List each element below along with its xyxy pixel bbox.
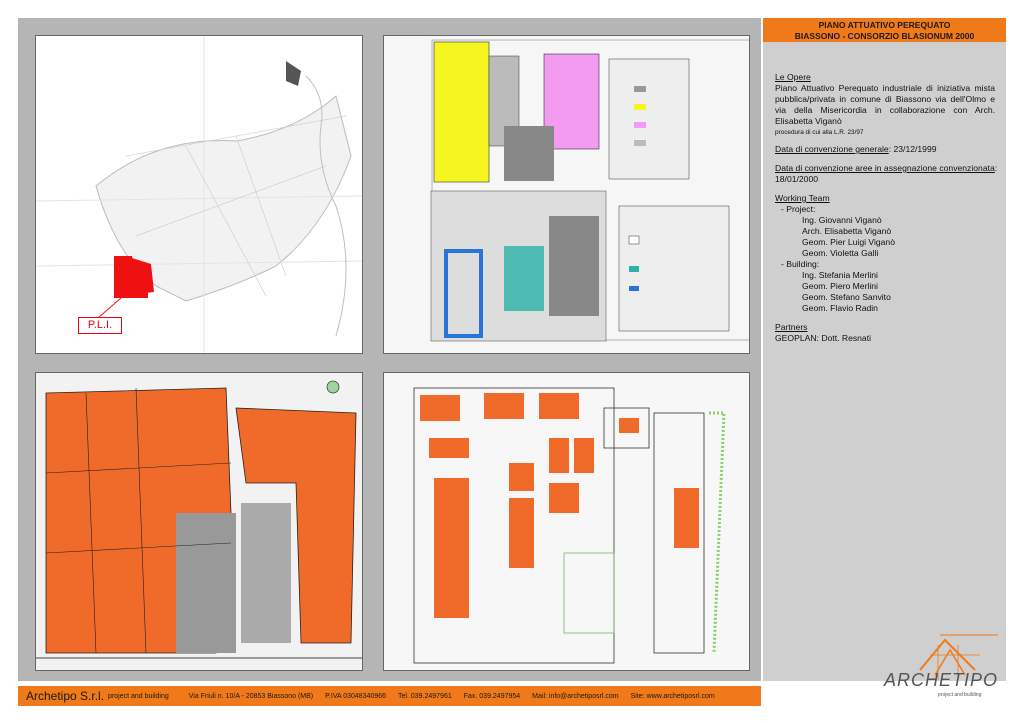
team-member: Geom. Flavio Radin bbox=[802, 303, 878, 313]
footer-company: Archetipo S.r.l. bbox=[26, 689, 105, 703]
zoning-plan-drawing bbox=[384, 36, 749, 353]
presentation-board: P.L.I. PIANO ATTUATIVO PEREQUATO BIASSON… bbox=[0, 0, 1024, 723]
team-list: - Project: Ing. Giovanni Viganò Arch. El… bbox=[775, 204, 1003, 314]
project-title-banner: PIANO ATTUATIVO PEREQUATO BIASSONO - CON… bbox=[763, 18, 1006, 42]
footer-fax: Fax. 039.2497954 bbox=[463, 692, 521, 700]
info-panel: PIANO ATTUATIVO PEREQUATO BIASSONO - CON… bbox=[763, 18, 1006, 681]
opere-title: Le Opere bbox=[775, 72, 811, 82]
project-title-line1: PIANO ATTUATIVO PEREQUATO bbox=[818, 20, 951, 30]
team-title: Working Team bbox=[775, 193, 830, 203]
lots-map bbox=[35, 372, 363, 671]
layout-plan bbox=[383, 372, 750, 671]
project-label: - Project: bbox=[781, 204, 816, 214]
footer-tel: Tel. 039.2497961 bbox=[398, 692, 452, 700]
team-member: Arch. Elisabetta Viganò bbox=[802, 226, 892, 236]
footer-piva: P.IVA 03048340966 bbox=[325, 692, 387, 700]
conv-aree: Data di convenzione aree in assegnazione… bbox=[775, 163, 1003, 185]
logo-text: ARCHETIPO bbox=[884, 670, 999, 690]
conv-aree-label: Data di convenzione aree in assegnazione… bbox=[775, 163, 995, 173]
footer-tagline: project and building bbox=[108, 692, 169, 700]
conv-gen-label: Data di convenzione generale bbox=[775, 144, 889, 154]
team-member: Geom. Violetta Galli bbox=[802, 248, 879, 258]
location-map bbox=[35, 35, 363, 354]
logo-sub: project and building bbox=[938, 692, 982, 698]
location-map-drawing bbox=[36, 36, 362, 353]
opere-text: Piano Attuativo Perequato industriale di… bbox=[775, 83, 995, 126]
team-member: Ing. Stefania Merlini bbox=[802, 270, 878, 280]
footer-bar: Archetipo S.r.l. project and building Vi… bbox=[18, 686, 761, 706]
conv-gen-date: : 23/12/1999 bbox=[888, 144, 937, 154]
footer-site[interactable]: Site: www.archetiposrl.com bbox=[631, 693, 715, 700]
footer-address: Via Friuli n. 10/A - 20853 Biassono (MB) bbox=[188, 692, 314, 700]
team-member: Ing. Giovanni Viganò bbox=[802, 215, 882, 225]
building-label: - Building: bbox=[781, 259, 820, 269]
info-body: Le Opere Piano Attuativo Perequato indus… bbox=[775, 72, 1003, 344]
zoning-plan bbox=[383, 35, 750, 354]
conv-gen: Data di convenzione generale: 23/12/1999 bbox=[775, 144, 1003, 155]
partners-title: Partners bbox=[775, 322, 808, 332]
lots-map-drawing bbox=[36, 373, 362, 670]
team-member: Geom. Stefano Sanvito bbox=[802, 292, 891, 302]
partners-text: GEOPLAN: Dott. Resnati bbox=[775, 333, 871, 343]
pli-label: P.L.I. bbox=[78, 317, 122, 334]
opere-note: procedura di cui alla L.R. 23/97 bbox=[775, 129, 864, 136]
team-member: Geom. Pier Luigi Viganò bbox=[802, 237, 895, 247]
team-member: Geom. Piero Merlini bbox=[802, 281, 878, 291]
layout-plan-drawing bbox=[384, 373, 749, 670]
footer-mail[interactable]: Mail: info@archetiposrl.com bbox=[532, 693, 618, 700]
project-title-line2: BIASSONO - CONSORZIO BLASIONUM 2000 bbox=[794, 31, 975, 41]
